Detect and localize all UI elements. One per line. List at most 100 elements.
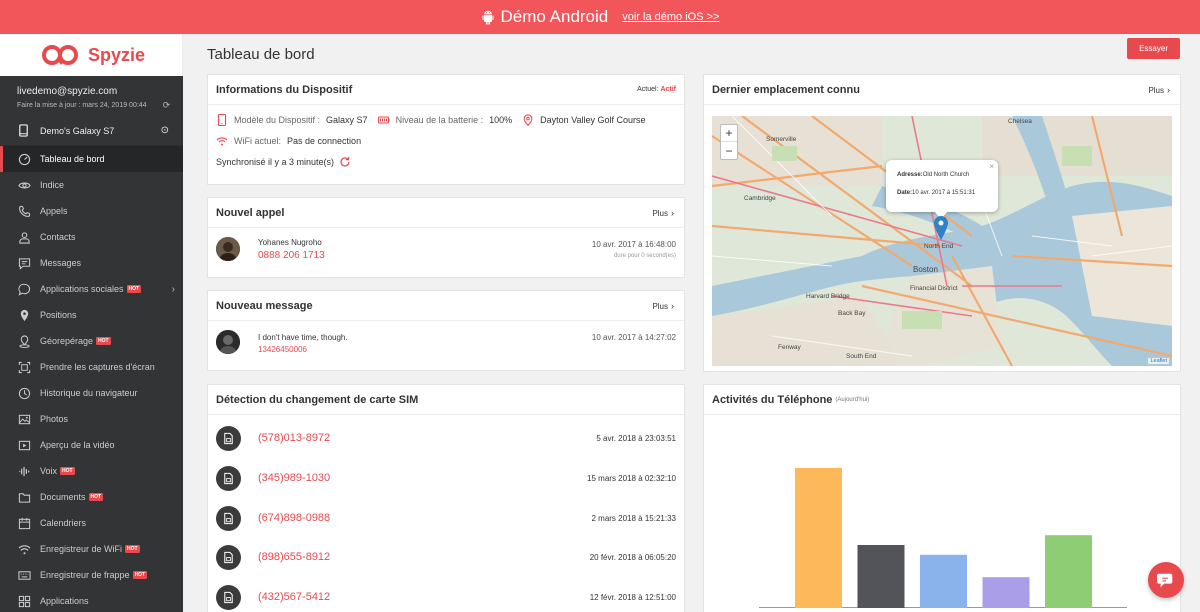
sim-row[interactable]: (578)013-8972 5 avr. 2018 à 23:03:51 [208, 419, 684, 459]
sidebar-item-5[interactable]: Applications sociales HOT › [0, 276, 183, 302]
sim-row[interactable]: (432)567-5412 12 févr. 2018 à 12:51:00 [208, 578, 684, 612]
zoom-out-button[interactable]: − [721, 142, 737, 159]
sidebar-item-12[interactable]: Voix HOT [0, 458, 183, 484]
location-pin-icon [522, 113, 534, 126]
sidebar-item-8[interactable]: Prendre les captures d'écran [0, 354, 183, 380]
sim-row[interactable]: (674)898-0988 2 mars 2018 à 15:21:33 [208, 499, 684, 539]
phone-activity-subtitle: (Aujourd'hui) [835, 396, 870, 403]
message-entry[interactable]: I don't have time, though. 13426450006 1… [208, 321, 684, 367]
sidebar-item-6[interactable]: Positions [0, 302, 183, 328]
smartphone-icon [17, 123, 31, 138]
sidebar-item-label: Applications [40, 596, 89, 606]
wifi-value: Pas de connection [287, 135, 362, 146]
leaflet-attribution[interactable]: Leaflet [1148, 358, 1169, 364]
phone-icon [17, 204, 31, 218]
popup-address: Adresse:Old North Church [897, 172, 998, 178]
message-number: 13426450006 [258, 345, 307, 354]
chart-bar-5[interactable] [1045, 535, 1092, 608]
chart-bar-2[interactable] [857, 545, 905, 608]
audio-wave-icon [17, 464, 31, 478]
sync-status: Synchronisé il y a 3 minute(s) [216, 156, 335, 167]
message-icon [17, 256, 31, 270]
sidebar-item-9[interactable]: Historique du navigateur [0, 380, 183, 406]
last-call-card: Nouvel appel Plus › Yohanes Nugroho 0888 … [207, 197, 685, 278]
model-value: Galaxy S7 [326, 114, 368, 125]
sidebar-item-2[interactable]: Appels [0, 198, 183, 224]
sidebar-item-13[interactable]: Documents HOT [0, 484, 183, 510]
sidebar-item-11[interactable]: Aperçu de la vidéo [0, 432, 183, 458]
sim-phone: (432)567-5412 [258, 591, 331, 604]
sidebar-item-15[interactable]: Enregistreur de WiFi HOT [0, 536, 183, 562]
call-entry[interactable]: Yohanes Nugroho 0888 206 1713 10 avr. 20… [208, 228, 684, 274]
more-link[interactable]: Plus › [652, 208, 674, 218]
popup-close-icon[interactable]: × [989, 162, 994, 171]
map-label-financial-district: Financial District [910, 285, 958, 292]
refresh-icon[interactable] [339, 156, 351, 168]
more-label: Plus [652, 208, 668, 218]
sidebar: Spyzie livedemo@spyzie.com Faire la mise… [0, 34, 183, 612]
map-label-cambridge: Cambridge [744, 195, 776, 202]
account-info: livedemo@spyzie.com Faire la mise à jour… [0, 76, 183, 116]
zoom-in-button[interactable]: + [721, 125, 737, 142]
keyboard-icon [17, 568, 31, 582]
sim-row[interactable]: (898)655-8912 20 févr. 2018 à 06:05:20 [208, 538, 684, 578]
device-info-title: Informations du Dispositif [216, 83, 353, 96]
device-selector[interactable]: Demo's Galaxy S7 ⊙ [0, 116, 183, 146]
sim-card-icon [216, 545, 241, 571]
location-pin-icon [17, 308, 31, 322]
sim-card-icon [216, 505, 241, 531]
chart-bar-4[interactable] [982, 577, 1030, 608]
page-title: Tableau de bord [207, 46, 315, 63]
sim-change-card: Détection du changement de carte SIM (57… [207, 384, 685, 612]
refresh-icon[interactable]: ⟳ [163, 100, 171, 111]
sidebar-item-7[interactable]: Géorepérage HOT [0, 328, 183, 354]
sidebar-item-3[interactable]: Contacts [0, 224, 183, 250]
more-link[interactable]: Plus › [1148, 85, 1170, 95]
sim-phone: (345)989-1030 [258, 471, 331, 484]
chart-bar-3[interactable] [920, 554, 967, 608]
chart-bar-1[interactable] [795, 468, 842, 608]
last-call-header: Nouvel appel Plus › [208, 198, 684, 228]
map-label-harvard-bridge: Harvard Bridge [806, 293, 850, 300]
sim-change-header: Détection du changement de carte SIM [208, 385, 684, 415]
more-link[interactable]: Plus › [652, 301, 674, 311]
avatar [216, 330, 240, 354]
map-label-somerville: Somerville [766, 136, 797, 143]
clock-icon [17, 386, 31, 400]
sidebar-item-16[interactable]: Enregistreur de frappe HOT [0, 562, 183, 588]
sidebar-item-label: Prendre les captures d'écran [40, 362, 155, 372]
phone-activity-title: Activités du Téléphone [712, 393, 833, 406]
banner-title: Démo Android [500, 7, 609, 26]
contact-icon [17, 230, 31, 244]
dashboard-icon [17, 152, 31, 166]
map[interactable]: + − Somerville Chelsea Cambridge North E… [712, 116, 1172, 366]
sim-date: 20 févr. 2018 à 06:05:20 [589, 553, 676, 563]
chat-bubble-icon [17, 282, 31, 296]
ios-demo-link[interactable]: voir la démo iOS >> [622, 11, 719, 23]
wifi-icon [216, 135, 228, 147]
chevron-circle-icon[interactable]: ⊙ [161, 125, 169, 136]
hot-badge: HOT [126, 285, 142, 293]
last-update-text: Faire la mise à jour : mars 24, 2019 00:… [17, 102, 147, 109]
sim-change-title: Détection du changement de carte SIM [216, 393, 419, 406]
sim-row[interactable]: (345)989-1030 15 mars 2018 à 02:32:10 [208, 459, 684, 499]
avatar [216, 237, 240, 261]
sidebar-item-10[interactable]: Photos [0, 406, 183, 432]
last-location-card: Dernier emplacement connu Plus › + − Som… [703, 74, 1181, 372]
sidebar-item-1[interactable]: Indice [0, 172, 183, 198]
try-button[interactable]: Essayer [1127, 38, 1180, 59]
sidebar-item-4[interactable]: Messages [0, 250, 183, 276]
logo[interactable]: Spyzie [0, 34, 183, 76]
sidebar-item-label: Documents [40, 492, 86, 502]
map-marker-icon[interactable] [934, 216, 948, 245]
sidebar-item-14[interactable]: Calendriers [0, 510, 183, 536]
address-label: Adresse: [897, 172, 923, 178]
chat-support-button[interactable] [1148, 562, 1184, 598]
sidebar-item-17[interactable]: Applications [0, 588, 183, 612]
message-date: 10 avr. 2017 à 14:27:02 [591, 333, 676, 342]
sim-date: 2 mars 2018 à 15:21:33 [591, 513, 676, 523]
sidebar-item-0[interactable]: Tableau de bord [0, 146, 183, 172]
last-message-title: Nouveau message [216, 299, 313, 312]
device-status: Actuel: Actif [637, 86, 676, 93]
model-label: Modèle du Dispositif : [234, 114, 321, 125]
